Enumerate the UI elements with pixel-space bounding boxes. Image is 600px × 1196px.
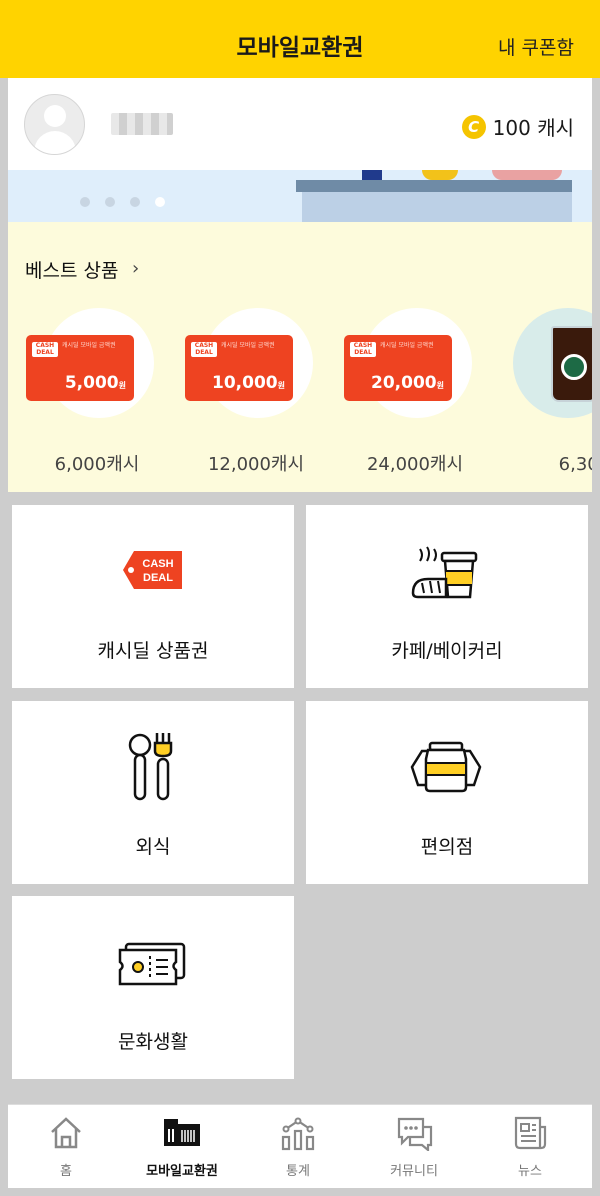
category-label: 문화생활	[118, 1031, 188, 1053]
tab-news[interactable]: 뉴스	[472, 1105, 588, 1189]
iced-coffee-image	[551, 326, 592, 402]
banner-pagination	[80, 197, 165, 207]
tab-home[interactable]: 홈	[8, 1105, 124, 1189]
category-label: 카페/베이커리	[391, 640, 503, 662]
product-item[interactable]: CASH DEAL 캐시딜 모바일 금액권 5,000원 6,000캐시	[22, 308, 172, 475]
product-price: 6,000캐시	[54, 454, 140, 475]
gift-barcode-icon	[164, 1119, 200, 1146]
spoon-fork-icon	[128, 733, 173, 801]
avatar[interactable]	[24, 94, 85, 155]
user-nickname-blurred	[111, 113, 173, 135]
pagination-dot-active[interactable]	[155, 197, 165, 207]
tab-label: 모바일교환권	[146, 1164, 218, 1179]
coin-icon: C	[461, 114, 486, 139]
category-culture[interactable]: 문화생활	[12, 896, 294, 1079]
category-label: 외식	[135, 836, 171, 858]
pagination-dot[interactable]	[130, 197, 140, 207]
cash-balance[interactable]: C 100 캐시	[461, 112, 574, 141]
chevron-right-icon[interactable]: ›	[132, 258, 139, 279]
product-item-coffee[interactable]	[513, 308, 592, 418]
product-price: 12,000캐시	[207, 454, 305, 475]
svg-text:CASH: CASH	[142, 558, 173, 570]
category-cashdeal[interactable]: CASH DEAL 캐시딜 상품권	[12, 505, 294, 688]
top-header: 모바일교환권 내 쿠폰함	[0, 0, 600, 78]
cashdeal-tag: CASH DEAL	[32, 342, 58, 357]
best-products-section: 베스트 상품 › CASH DEAL 캐시딜 모바일 금액권 5,000원 6,…	[8, 222, 592, 492]
svg-text:DEAL: DEAL	[143, 572, 173, 584]
category-convenience[interactable]: 편의점	[306, 701, 588, 884]
pagination-dot[interactable]	[80, 197, 90, 207]
product-price: 6,300캐시	[558, 454, 592, 475]
cash-amount: 100 캐시	[492, 116, 574, 140]
tab-community[interactable]: 커뮤니티	[356, 1105, 472, 1189]
category-label: 캐시딜 상품권	[97, 640, 209, 662]
promo-banner[interactable]	[8, 170, 592, 222]
stats-icon	[281, 1117, 315, 1151]
ticket-icon	[118, 942, 186, 986]
news-icon	[514, 1116, 547, 1150]
convenience-jars-icon	[410, 741, 482, 793]
product-item[interactable]: CASH DEAL 캐시딜 모바일 금액권 20,000원 24,000캐시	[340, 308, 490, 475]
gift-card-image: CASH DEAL 캐시딜 모바일 금액권 20,000원	[344, 335, 452, 401]
tab-label: 홈	[60, 1164, 72, 1179]
product-item[interactable]: CASH DEAL 캐시딜 모바일 금액권 10,000원 12,000캐시	[181, 308, 331, 475]
cashdeal-tag-icon: CASH DEAL	[123, 551, 182, 589]
gift-card-image: CASH DEAL 캐시딜 모바일 금액권 5,000원	[26, 335, 134, 401]
category-dining[interactable]: 외식	[12, 701, 294, 884]
tab-mobile-coupon[interactable]: 모바일교환권	[124, 1105, 240, 1189]
best-products-title[interactable]: 베스트 상품	[25, 256, 118, 283]
category-label: 편의점	[420, 836, 474, 858]
product-price: 24,000캐시	[366, 454, 464, 475]
bottom-tab-bar: 홈 모바일교환권 통계 커뮤니티 뉴스	[8, 1104, 592, 1188]
home-icon	[51, 1117, 81, 1149]
profile-bar: C 100 캐시	[8, 78, 592, 170]
tab-label: 커뮤니티	[390, 1164, 438, 1179]
tab-stats[interactable]: 통계	[240, 1105, 356, 1189]
category-cafe-bakery[interactable]: 카페/베이커리	[306, 505, 588, 688]
gift-card-image: CASH DEAL 캐시딜 모바일 금액권 10,000원	[185, 335, 293, 401]
tab-label: 뉴스	[518, 1164, 542, 1179]
tab-label: 통계	[286, 1164, 310, 1179]
coffee-bread-icon	[411, 546, 478, 599]
chat-icon	[397, 1117, 433, 1151]
my-coupon-button[interactable]: 내 쿠폰함	[498, 33, 574, 60]
pagination-dot[interactable]	[105, 197, 115, 207]
